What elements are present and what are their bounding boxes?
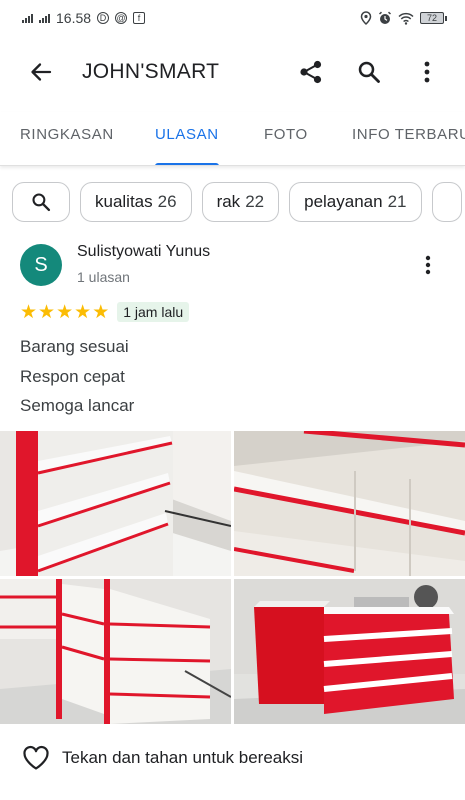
heart-icon — [23, 745, 49, 770]
app-actions — [291, 52, 447, 92]
tab-ringkasan[interactable]: RINGKASAN — [20, 112, 114, 165]
review-photos — [0, 431, 465, 724]
back-arrow-icon — [31, 63, 52, 81]
share-button[interactable] — [291, 52, 331, 92]
battery-level: 72 — [420, 12, 444, 24]
reviewer-review-count: 1 ulasan — [77, 269, 130, 285]
chip-rak[interactable]: rak 22 — [201, 182, 280, 222]
battery-icon: 72 — [420, 12, 447, 24]
review-text-line: Semoga lancar — [20, 396, 135, 415]
react-label: Tekan dan tahan untuk bereaksi — [62, 748, 304, 767]
app-bar: JOHN'SMART — [0, 44, 465, 100]
chip-count: 21 — [387, 192, 407, 211]
avatar[interactable]: S — [20, 244, 62, 286]
review-photo[interactable] — [234, 431, 465, 576]
chip-kualitas[interactable]: kualitas 26 — [80, 182, 192, 222]
review-more-button[interactable] — [413, 250, 443, 280]
rating-row: ★ ★ ★ ★ ★ 1 jam lalu — [20, 302, 190, 322]
status-right: 72 — [360, 11, 447, 25]
chip-label: rak — [216, 192, 241, 211]
reviewer-name[interactable]: Sulistyowati Yunus — [77, 243, 210, 261]
signal-icon — [39, 13, 50, 23]
more-options-button[interactable] — [407, 52, 447, 92]
review-time-badge: 1 jam lalu — [117, 302, 190, 322]
tab-info-terbaru[interactable]: INFO TERBARU — [352, 112, 465, 165]
more-vert-icon — [424, 61, 430, 83]
star-rating: ★ ★ ★ ★ ★ — [20, 303, 109, 322]
facebook-icon: f — [133, 12, 146, 24]
star-icon: ★ — [92, 301, 110, 323]
search-icon — [32, 193, 51, 212]
review-photo[interactable] — [234, 579, 465, 724]
notification-icon: D — [97, 12, 110, 24]
status-left: 16.58 D @ f — [22, 10, 146, 26]
search-icon — [358, 61, 380, 83]
location-icon — [360, 11, 372, 25]
signal-icon — [22, 13, 33, 23]
react-button[interactable]: Tekan dan tahan untuk bereaksi — [0, 736, 465, 780]
status-time: 16.58 — [56, 10, 92, 26]
more-vert-icon — [425, 255, 431, 275]
review-text-line: Respon cepat — [20, 366, 125, 386]
chip-overflow[interactable] — [431, 182, 462, 222]
search-reviews-chip[interactable] — [12, 182, 70, 222]
star-icon: ★ — [20, 301, 38, 323]
chip-count: 22 — [245, 192, 265, 211]
chip-count: 26 — [157, 192, 177, 211]
tab-foto[interactable]: FOTO — [264, 112, 308, 165]
tab-ulasan[interactable]: ULASAN — [155, 112, 219, 165]
share-icon — [300, 60, 322, 84]
review-text: Barang sesuai Respon cepat Semoga lancar — [20, 332, 134, 421]
wifi-icon — [398, 12, 414, 25]
tab-bar: RINGKASAN ULASAN FOTO INFO TERBARU — [0, 112, 465, 166]
star-icon: ★ — [74, 301, 92, 323]
status-bar: 16.58 D @ f 72 — [0, 0, 465, 36]
chip-pelayanan[interactable]: pelayanan 21 — [289, 182, 422, 222]
chip-label: kualitas — [95, 192, 153, 211]
back-button[interactable] — [21, 52, 61, 92]
review-photo[interactable] — [0, 579, 231, 724]
alarm-icon — [378, 11, 392, 24]
search-button[interactable] — [349, 52, 389, 92]
chip-label: pelayanan — [304, 192, 383, 211]
star-icon: ★ — [56, 301, 74, 323]
review-text-line: Barang sesuai — [20, 337, 129, 356]
filter-chips: kualitas 26 rak 22 pelayanan 21 — [12, 182, 465, 224]
star-icon: ★ — [38, 301, 56, 323]
review-photo[interactable] — [0, 431, 231, 576]
page-title: JOHN'SMART — [82, 60, 220, 83]
notification-icon: @ — [115, 12, 128, 24]
